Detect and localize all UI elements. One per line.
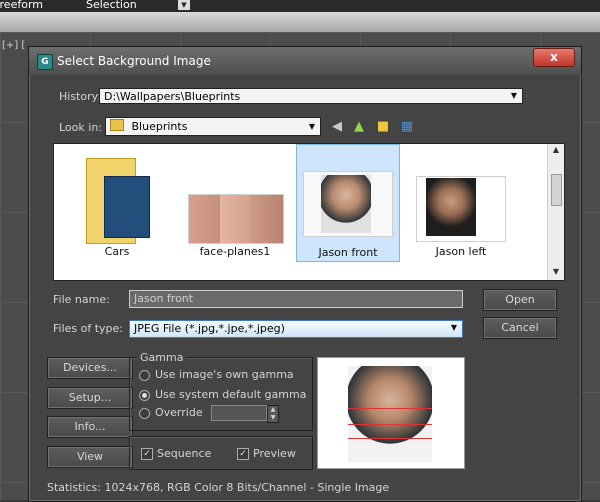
preview-face-image xyxy=(348,366,432,462)
devices-button[interactable]: Devices... xyxy=(47,357,133,379)
guide-line xyxy=(348,424,432,425)
files-of-type-combo[interactable]: JPEG File (*.jpg,*.jpe,*.jpeg) ▼ xyxy=(129,320,463,338)
use-image-gamma-label: Use image's own gamma xyxy=(155,368,294,381)
list-item-jason-left[interactable]: Jason left xyxy=(410,150,512,262)
list-item-face-planes1[interactable]: face-planes1 xyxy=(184,150,286,262)
look-in-label: Look in: xyxy=(59,121,102,134)
gamma-title: Gamma xyxy=(137,351,187,364)
file-caption: Jason front xyxy=(318,246,378,259)
sequence-label: Sequence xyxy=(157,447,212,460)
look-in-combo[interactable]: Blueprints ▼ xyxy=(105,117,321,136)
file-list[interactable]: Cars face-planes1 Jason front Jason left… xyxy=(53,143,565,281)
image-preview xyxy=(317,357,465,469)
guide-line xyxy=(348,438,432,439)
statistics-text: Statistics: 1024x768, RGB Color 8 Bits/C… xyxy=(47,481,390,494)
chevron-down-icon[interactable]: ▼ xyxy=(508,90,520,102)
files-of-type-label: Files of type: xyxy=(53,322,124,335)
faces-thumbnail xyxy=(188,194,284,244)
list-item-cars[interactable]: Cars xyxy=(66,150,168,262)
list-item-jason-front[interactable]: Jason front xyxy=(296,144,400,262)
scroll-down-icon[interactable]: ▼ xyxy=(548,266,564,278)
file-list-scrollbar[interactable]: ▲ ▼ xyxy=(547,144,564,280)
guide-line xyxy=(348,408,432,409)
toolbar xyxy=(0,12,600,32)
view-menu-icon[interactable]: ▦ xyxy=(399,119,415,135)
menu-selection[interactable]: Selection xyxy=(86,0,137,11)
select-background-dialog: G Select Background Image x History: D:\… xyxy=(28,46,582,502)
close-button[interactable]: x xyxy=(533,48,575,67)
use-image-gamma-radio[interactable] xyxy=(139,370,150,381)
file-caption: Cars xyxy=(104,245,130,258)
history-label: History: xyxy=(59,90,102,103)
face-image xyxy=(426,178,476,236)
cancel-button[interactable]: Cancel xyxy=(483,317,557,339)
open-button[interactable]: Open xyxy=(483,289,557,311)
blueprint-image-icon xyxy=(104,176,150,238)
menu-bar: Freeform Selection ▼ xyxy=(0,0,600,12)
back-icon[interactable]: ◀ xyxy=(329,119,345,135)
override-gamma-radio[interactable] xyxy=(139,408,150,419)
info-button[interactable]: Info... xyxy=(47,416,133,438)
preview-label: Preview xyxy=(253,447,296,460)
file-name-input[interactable]: Jason front xyxy=(129,290,463,308)
dialog-titlebar[interactable]: G Select Background Image x xyxy=(29,47,581,75)
chevron-down-icon[interactable]: ▼ xyxy=(306,121,318,133)
chevron-down-icon[interactable]: ▼ xyxy=(448,322,460,334)
file-caption: face-planes1 xyxy=(199,245,271,258)
new-folder-icon[interactable]: ■ xyxy=(375,119,391,135)
dialog-title: Select Background Image xyxy=(57,54,211,68)
sequence-checkbox[interactable]: ✓ xyxy=(141,448,153,460)
override-gamma-input[interactable] xyxy=(211,405,267,421)
history-combo[interactable]: D:\Wallpapers\Blueprints ▼ xyxy=(99,88,523,104)
files-of-type-value: JPEG File (*.jpg,*.jpe,*.jpeg) xyxy=(134,322,285,335)
scroll-up-icon[interactable]: ▲ xyxy=(548,144,564,156)
face-image xyxy=(321,175,371,233)
file-name-label: File name: xyxy=(53,293,110,306)
up-folder-icon[interactable]: ▲ xyxy=(351,119,367,135)
use-system-gamma-label: Use system default gamma xyxy=(155,388,307,401)
setup-button[interactable]: Setup... xyxy=(47,387,133,409)
menu-dropdown-icon[interactable]: ▼ xyxy=(178,0,190,10)
app-icon: G xyxy=(37,54,53,70)
view-button[interactable]: View xyxy=(47,446,133,468)
scroll-thumb[interactable] xyxy=(551,174,562,206)
menu-freeform[interactable]: Freeform xyxy=(0,0,43,11)
use-system-gamma-radio[interactable] xyxy=(139,390,150,401)
look-in-value: Blueprints xyxy=(131,120,188,133)
file-caption: Jason left xyxy=(435,245,487,258)
preview-checkbox[interactable]: ✓ xyxy=(237,448,249,460)
viewport-label: [+] [Perspective] [Shaded] xyxy=(2,40,26,51)
override-gamma-label: Override xyxy=(155,406,203,419)
folder-icon xyxy=(110,119,124,131)
history-value: D:\Wallpapers\Blueprints xyxy=(104,90,241,103)
gamma-spinner-icon[interactable]: ▲ ▼ xyxy=(267,405,279,423)
